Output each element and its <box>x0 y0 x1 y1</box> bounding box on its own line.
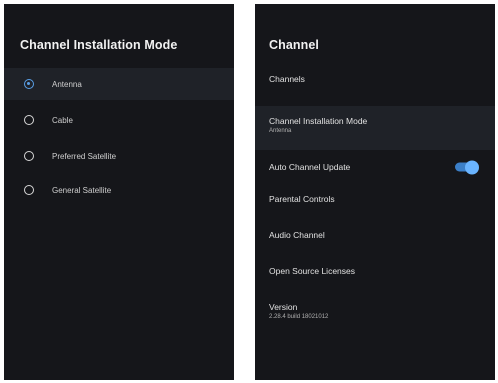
option-label: Preferred Satellite <box>52 151 117 161</box>
radio-unselected-icon <box>24 115 34 125</box>
radio-unselected-icon <box>24 185 34 195</box>
radio-unselected-icon <box>24 151 34 161</box>
auto-channel-update-toggle[interactable] <box>455 160 479 174</box>
menu-item-open-source-licenses[interactable]: Open Source Licenses <box>255 266 495 284</box>
channel-settings-panel: Channel Channels Channel Installation Mo… <box>255 4 495 380</box>
menu-item-version[interactable]: Version 2.28.4 build 18021012 <box>255 302 495 332</box>
toggle-knob <box>465 160 479 174</box>
menu-item-value: Antenna <box>269 128 292 134</box>
menu-item-label: Parental Controls <box>269 194 335 204</box>
menu-item-parental-controls[interactable]: Parental Controls <box>255 194 495 212</box>
menu-item-channel-installation-mode[interactable]: Channel Installation Mode Antenna <box>255 106 495 150</box>
option-general-satellite[interactable]: General Satellite <box>4 174 234 206</box>
option-label: Cable <box>52 115 73 125</box>
version-number: 2.28.4 build 18021012 <box>269 314 329 320</box>
menu-item-auto-channel-update[interactable]: Auto Channel Update <box>255 156 495 178</box>
radio-selected-icon <box>24 79 34 89</box>
menu-item-label: Audio Channel <box>269 230 325 240</box>
option-antenna[interactable]: Antenna <box>4 68 234 100</box>
menu-item-label: Open Source Licenses <box>269 266 355 276</box>
panel-title: Channel <box>269 38 320 52</box>
menu-item-label: Channels <box>269 74 305 84</box>
option-cable[interactable]: Cable <box>4 104 234 136</box>
option-preferred-satellite[interactable]: Preferred Satellite <box>4 140 234 172</box>
channel-installation-mode-panel: Channel Installation Mode Antenna Cable … <box>4 4 234 380</box>
menu-item-channels[interactable]: Channels <box>255 74 495 92</box>
menu-item-label: Version <box>269 302 298 312</box>
option-label: Antenna <box>52 79 82 89</box>
menu-item-audio-channel[interactable]: Audio Channel <box>255 230 495 248</box>
panel-title: Channel Installation Mode <box>20 38 178 52</box>
menu-item-label: Channel Installation Mode <box>269 116 368 126</box>
option-label: General Satellite <box>52 185 112 195</box>
